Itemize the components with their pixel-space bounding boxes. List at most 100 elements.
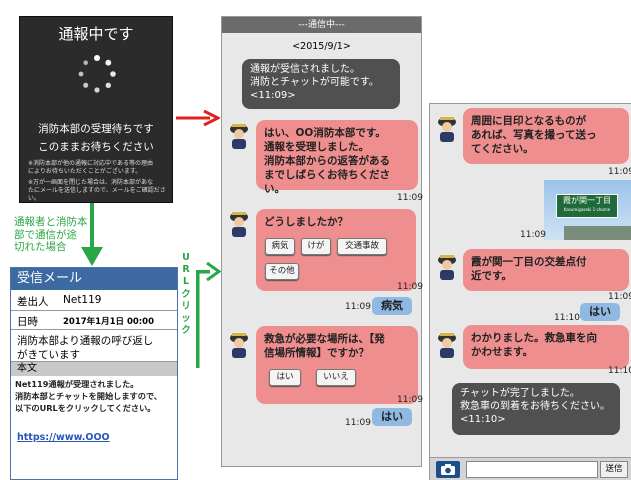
photo-ground xyxy=(564,226,631,240)
chat-status-header: ---通信中--- xyxy=(222,17,421,33)
photo-sign-text: 霞が関一丁目 xyxy=(563,196,611,205)
status-line-2: このままお待ちください xyxy=(38,141,154,153)
url-char-small-tsu: ッ xyxy=(181,313,191,325)
email-body: Net119通報が受理されました。 消防本部とチャットを開始しますので、 以下の… xyxy=(15,378,162,414)
msg1-line-1: はい、OO消防本部です。 xyxy=(264,127,386,139)
reply1-time: 11:09 xyxy=(345,302,371,312)
c2-reply-hai: はい xyxy=(580,303,620,321)
reply2-time: 11:09 xyxy=(345,418,371,428)
email-date-row: 日時 2017年1月1日 00:00 xyxy=(11,311,177,330)
firefighter-avatar-icon xyxy=(230,333,248,358)
disconnect-line-2: 部で通信が途 xyxy=(14,228,77,241)
url-char-l: L xyxy=(182,276,190,288)
note-1-line-1: ※消防本部が他の通報に対応中である等の理由 xyxy=(28,160,153,167)
msg3-time: 11:09 xyxy=(397,395,423,405)
msg3-line-2: 信場所情報】ですか？ xyxy=(264,347,369,359)
subject-line-2: がきています xyxy=(17,349,80,361)
chat-message-1: はい、OO消防本部です。 通報を受理しました。 消防本部からの返答がある までし… xyxy=(256,120,418,195)
body-line-3: 以下のURLをクリックしてください。 xyxy=(15,403,156,413)
green-up-right-arrow xyxy=(196,262,221,368)
chat-text-input[interactable] xyxy=(466,461,598,478)
msg2-text: どうしましたか？ xyxy=(264,216,348,228)
disconnect-line-3: 切れた場合 xyxy=(14,241,67,253)
chat-date: <2015/9/1> xyxy=(292,41,351,52)
msg3-line-1: 救急が必要な場所は、【発 xyxy=(264,333,385,345)
c2-msg3-time: 11:10 xyxy=(608,366,631,376)
chat-screen-2: 周囲に目印となるものが あれば、写真を撮って送っ てください。 11:09 霞が… xyxy=(429,103,631,480)
url-char-ku: ク xyxy=(181,288,191,300)
email-link[interactable]: https://www.OOO xyxy=(17,432,110,443)
msg2-time: 11:09 xyxy=(397,282,423,292)
c2-msg2-time: 11:09 xyxy=(608,292,631,302)
url-char-ri: リ xyxy=(181,300,191,312)
firefighter-avatar-icon xyxy=(230,124,248,149)
url-char-ku2: ク xyxy=(181,325,191,337)
chat2-message-1: 周囲に目印となるものが あれば、写真を撮って送っ てください。 xyxy=(463,108,629,164)
reply-hai: はい xyxy=(372,408,412,426)
firefighter-avatar-icon xyxy=(438,333,456,358)
photo-sign-sub: Kasumigaseki 1-chome xyxy=(563,207,611,212)
note-2-line-3: い。 xyxy=(28,195,41,202)
c2-reply-time: 11:10 xyxy=(554,313,580,323)
option-yes-button[interactable]: はい xyxy=(269,369,301,386)
calling-screen: 通報中です 消防本部の受理待ちです このままお待ちください ※消防本部が他の通報… xyxy=(19,16,173,203)
chat2-message-2: 霞が関一丁目の交差点付 近です。 xyxy=(463,249,629,291)
subject-line-1: 消防本部より通報の呼び返し xyxy=(17,335,154,347)
photo-street-sign: 霞が関一丁目 Kasumigaseki 1-chome xyxy=(556,194,618,218)
msg1-line-3: 消防本部からの返答がある xyxy=(264,155,390,167)
send-button[interactable]: 送信 xyxy=(600,461,628,478)
chat-screen-1: ---通信中--- <2015/9/1> 通報が受信されました。 消防とチャット… xyxy=(221,16,423,467)
sent-photo[interactable]: 霞が関一丁目 Kasumigaseki 1-chome xyxy=(544,180,631,240)
email-from-row: 差出人 Net119 xyxy=(11,290,177,311)
c2-msg3-line-1: わかりました。救急車を向 xyxy=(471,332,597,344)
url-click-label: U R L ク リ ッ ク xyxy=(180,252,192,337)
option-byouki-button[interactable]: 病気 xyxy=(265,238,295,255)
chat2-message-3: わかりました。救急車を向 かわせます。 xyxy=(463,325,629,369)
c2-sys-line-2: 救急車の到着をお待ちください。 xyxy=(460,401,610,412)
from-value: Net119 xyxy=(63,294,102,306)
c2-sys-line-1: チャットが完了しました。 xyxy=(460,388,580,399)
c2-msg1-time: 11:09 xyxy=(608,167,631,177)
disconnect-line-1: 通報者と消防本 xyxy=(14,216,88,228)
c2-msg2-line-2: 近です。 xyxy=(471,270,512,282)
photo-time: 11:09 xyxy=(520,230,546,240)
body-line-2: 消防本部とチャットを開始しますので、 xyxy=(15,391,162,401)
url-char-r: R xyxy=(182,264,190,276)
option-kega-button[interactable]: けが xyxy=(301,238,331,255)
note-1-line-2: によりお待ちいただくことがございます。 xyxy=(28,168,142,175)
c2-msg2-line-1: 霞が関一丁目の交差点付 xyxy=(471,256,587,268)
firefighter-avatar-icon xyxy=(438,117,456,142)
option-other-button[interactable]: その他 xyxy=(265,263,299,280)
msg1-line-4: までしばらくお待ちください。 xyxy=(264,169,390,195)
reply-byouki: 病気 xyxy=(372,297,412,315)
date-label: 日時 xyxy=(17,316,38,328)
c2-msg3-line-2: かわせます。 xyxy=(471,346,533,358)
body-label: 本文 xyxy=(11,362,177,376)
email-subject-row: 消防本部より通報の呼び返し がきています xyxy=(11,330,177,362)
c2-msg1-line-1: 周囲に目印となるものが xyxy=(471,115,587,127)
from-label: 差出人 xyxy=(17,296,49,308)
firefighter-avatar-icon xyxy=(438,255,456,280)
sys-line-1: 通報が受信されました。 xyxy=(250,64,360,75)
option-no-button[interactable]: いいえ xyxy=(316,369,356,386)
camera-icon xyxy=(441,464,455,475)
email-screen: 受信メール 差出人 Net119 日時 2017年1月1日 00:00 消防本部… xyxy=(10,267,178,480)
msg1-time: 11:09 xyxy=(397,193,423,203)
email-header: 受信メール xyxy=(11,268,177,290)
c2-sys-line-3: <11:10> xyxy=(460,414,506,425)
url-char-u: U xyxy=(182,252,190,263)
camera-button[interactable] xyxy=(436,461,460,478)
sys-line-2: 消防とチャットが可能です。 xyxy=(250,77,379,88)
msg1-line-2: 通報を受理しました。 xyxy=(264,141,369,153)
system-message-start: 通報が受信されました。 消防とチャットが可能です。 <11:09> xyxy=(242,59,400,109)
chat-message-3: 救急が必要な場所は、【発 信場所情報】ですか？ xyxy=(256,326,418,404)
note-2-line-2: たにメールを送信しますので、メールをご確認ださ xyxy=(28,187,166,194)
body-line-1: Net119通報が受理されました。 xyxy=(15,379,139,389)
red-right-arrow xyxy=(176,110,220,126)
system-message-end: チャットが完了しました。 救急車の到着をお待ちください。 <11:10> xyxy=(452,383,620,435)
c2-msg1-line-3: てください。 xyxy=(471,143,534,155)
option-traffic-accident-button[interactable]: 交通事故 xyxy=(337,238,387,255)
chat-input-bar: 送信 xyxy=(430,457,631,480)
calling-title: 通報中です xyxy=(58,25,134,43)
sys-line-3: <11:09> xyxy=(250,90,296,101)
